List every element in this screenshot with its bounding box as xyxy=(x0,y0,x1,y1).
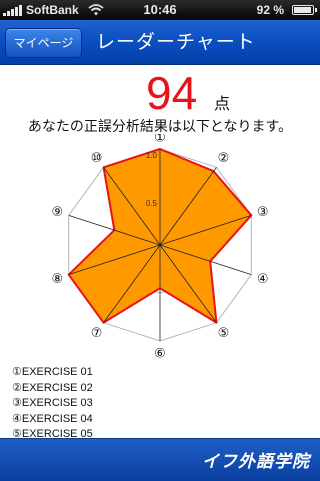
axis-label: ③ xyxy=(257,205,269,220)
axis-label: ④ xyxy=(257,272,269,287)
tick-label: 0.5 xyxy=(146,199,158,208)
navigation-bar: マイページ レーダーチャート xyxy=(0,20,320,65)
axis-label: ⑩ xyxy=(91,151,103,166)
axis-label: ⑥ xyxy=(154,347,166,362)
battery-percent: 92 % xyxy=(256,3,284,17)
list-item: ④EXERCISE 04 xyxy=(12,412,93,425)
list-item: ①EXERCISE 01 xyxy=(12,366,93,378)
status-bar: SoftBank 10:46 92 % xyxy=(0,0,320,20)
radar-chart: 0.5 1.0 ① ② ③ ④ ⑤ ⑥ ⑦ ⑧ ⑨ ⑩ xyxy=(50,134,270,362)
axis-label: ② xyxy=(218,151,230,166)
exercise-list: ①EXERCISE 01 ②EXERCISE 02 ③EXERCISE 03 ④… xyxy=(12,365,312,438)
school-logo: イフ外語学院 xyxy=(202,452,310,472)
list-item: ②EXERCISE 02 xyxy=(12,381,93,394)
axis-label: ⑤ xyxy=(218,326,230,341)
score-unit: 点 xyxy=(214,94,231,113)
page-title: レーダーチャート xyxy=(96,31,256,53)
battery-icon xyxy=(292,5,317,15)
axis-label: ⑨ xyxy=(51,205,63,220)
list-item: ⑤EXERCISE 05 xyxy=(12,428,93,438)
axis-label: ⑦ xyxy=(91,326,103,341)
list-item: ③EXERCISE 03 xyxy=(12,397,93,409)
axis-label: ⑧ xyxy=(51,272,63,287)
result-caption: あなたの正誤分析結果は以下となります。 xyxy=(27,119,293,135)
footer-bar: イフ外語学院 xyxy=(0,438,320,481)
score-display: 94 点 xyxy=(0,68,320,118)
mypage-back-button[interactable]: マイページ xyxy=(5,28,82,58)
tick-label: 1.0 xyxy=(146,151,158,160)
score-value: 94 xyxy=(146,67,198,119)
axis-label: ① xyxy=(154,134,166,146)
